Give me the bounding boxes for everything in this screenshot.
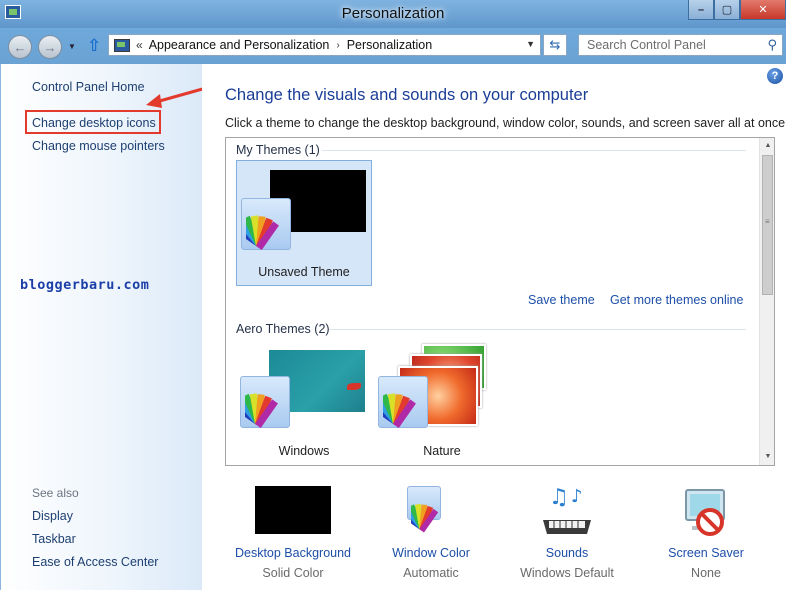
fish-image-icon	[347, 383, 361, 390]
navigation-bar: ← → ▼ ⇧ « Appearance and Personalization…	[0, 28, 786, 64]
sounds-link[interactable]: Sounds	[499, 546, 635, 560]
scroll-thumb[interactable]: ≡	[762, 155, 773, 295]
minimize-button[interactable]: –	[688, 0, 714, 20]
sounds-value: Windows Default	[520, 566, 614, 580]
control-panel-home-link[interactable]: Control Panel Home	[32, 80, 145, 94]
see-also-label: See also	[32, 486, 79, 500]
arrow-up-icon: ⇧	[87, 36, 102, 55]
group-divider	[329, 329, 746, 330]
theme-label: Unsaved Theme	[258, 265, 350, 279]
ease-of-access-link[interactable]: Ease of Access Center	[32, 555, 158, 569]
search-input[interactable]	[579, 35, 759, 55]
breadcrumb-personalization[interactable]: Personalization	[347, 38, 432, 52]
forward-button[interactable]: →	[38, 35, 62, 59]
grip-icon: ≡	[765, 217, 770, 226]
theme-label: Nature	[423, 444, 461, 458]
desktop-background-value: Solid Color	[262, 566, 324, 580]
arrow-left-icon: ←	[13, 39, 27, 55]
chevron-down-icon: ▼	[68, 42, 76, 51]
annotation-arrow-icon	[146, 86, 207, 108]
change-desktop-icons-link[interactable]: Change desktop icons	[32, 116, 156, 130]
save-theme-link[interactable]: Save theme	[528, 293, 595, 307]
scroll-down-button[interactable]: ▼	[760, 449, 774, 465]
address-root-separator[interactable]: «	[136, 38, 143, 52]
close-button[interactable]: ✕	[740, 0, 786, 20]
svg-text:♫: ♫	[549, 485, 569, 510]
search-icon[interactable]: ⚲	[767, 37, 777, 53]
arrow-right-icon: →	[43, 39, 57, 55]
refresh-button[interactable]: ⇆	[543, 34, 567, 56]
page-title: Change the visuals and sounds on your co…	[225, 86, 589, 104]
address-bar[interactable]: « Appearance and Personalization › Perso…	[108, 34, 541, 56]
aero-themes-header[interactable]: Aero Themes (2)	[236, 322, 330, 336]
screen-saver-setting[interactable]: Screen Saver None	[638, 484, 774, 580]
refresh-icon: ⇆	[549, 37, 561, 52]
main-pane: ? Change the visuals and sounds on your …	[202, 64, 786, 590]
desktop-background-link[interactable]: Desktop Background	[225, 546, 361, 560]
triangle-down-icon: ▼	[764, 453, 772, 460]
desktop-background-icon	[255, 486, 331, 534]
help-icon[interactable]: ?	[767, 68, 783, 84]
window-color-link[interactable]: Window Color	[363, 546, 499, 560]
window-color-value: Automatic	[403, 566, 459, 580]
scroll-up-button[interactable]: ▲	[760, 138, 774, 154]
screen-saver-link[interactable]: Screen Saver	[638, 546, 774, 560]
get-more-themes-link[interactable]: Get more themes online	[610, 293, 743, 307]
taskbar-link[interactable]: Taskbar	[32, 532, 76, 546]
watermark-text: bloggerbaru.com	[20, 277, 150, 293]
window-color-setting[interactable]: Window Color Automatic	[363, 484, 499, 580]
page-description: Click a theme to change the desktop back…	[225, 116, 786, 130]
color-palette-icon	[245, 393, 278, 428]
theme-nature[interactable]: Nature	[374, 338, 510, 464]
address-dropdown-icon[interactable]: ▼	[526, 39, 535, 49]
maximize-button[interactable]: ▢	[714, 0, 740, 20]
color-palette-icon	[383, 393, 416, 428]
theme-windows[interactable]: Windows	[236, 338, 372, 464]
triangle-up-icon: ▲	[764, 142, 772, 149]
breadcrumb-appearance[interactable]: Appearance and Personalization	[149, 38, 330, 52]
up-button[interactable]: ⇧	[87, 36, 103, 56]
theme-list[interactable]: My Themes (1) Unsaved Theme Save theme G…	[225, 137, 775, 466]
theme-unsaved[interactable]: Unsaved Theme	[236, 160, 372, 286]
change-mouse-pointers-link[interactable]: Change mouse pointers	[32, 139, 165, 153]
svg-text:♪: ♪	[571, 486, 583, 507]
sounds-keyboard-icon: ♫ ♪	[543, 485, 591, 534]
theme-label: Windows	[278, 444, 330, 458]
desktop-background-setting[interactable]: Desktop Background Solid Color	[225, 484, 361, 580]
back-button[interactable]: ←	[8, 35, 32, 59]
group-divider	[322, 150, 746, 151]
recent-pages-dropdown[interactable]: ▼	[68, 42, 76, 51]
screen-saver-value: None	[691, 566, 721, 580]
display-link[interactable]: Display	[32, 509, 73, 523]
window-title: Personalization	[341, 5, 445, 22]
color-palette-icon	[246, 215, 279, 250]
theme-list-scrollbar[interactable]: ▲ ≡ ▼	[759, 138, 774, 465]
breadcrumb-separator[interactable]: ›	[336, 40, 339, 51]
sidebar: Control Panel Home Change desktop icons …	[0, 64, 202, 590]
search-box[interactable]: ⚲	[578, 34, 783, 56]
sounds-setting[interactable]: ♫ ♪ Sounds Windows Default	[499, 484, 635, 580]
my-themes-header[interactable]: My Themes (1)	[236, 143, 320, 157]
window-color-icon	[405, 484, 457, 538]
color-palette-icon	[411, 503, 439, 533]
screen-saver-icon	[685, 489, 725, 536]
title-bar: Personalization – ▢ ✕	[0, 0, 786, 28]
control-panel-icon	[114, 38, 130, 52]
